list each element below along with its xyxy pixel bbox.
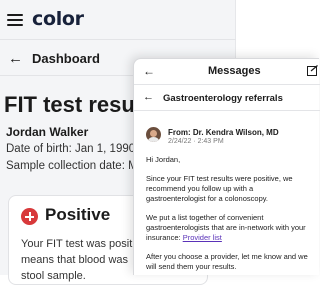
compose-icon[interactable]: [307, 65, 319, 76]
back-arrow-icon[interactable]: ←: [8, 50, 23, 67]
sample-collection-date: Sample collection date: M: [6, 160, 138, 172]
back-arrow-icon[interactable]: ←: [143, 64, 155, 78]
sender: From: Dr. Kendra Wilson, MD: [168, 128, 279, 137]
thread-header: ← Gastroenterology referrals: [134, 85, 320, 111]
message-date: 2/24/22 · 2:43 PM: [168, 138, 224, 145]
avatar: [146, 127, 161, 142]
app-logo[interactable]: color: [32, 8, 84, 30]
result-label: Positive: [45, 205, 111, 224]
message-paragraph-1: Since your FIT test results were positiv…: [146, 174, 293, 203]
app-header: color: [0, 0, 236, 40]
messages-panel: ← Messages ← Gastroenterology referrals …: [133, 58, 320, 275]
message-paragraph-2: We put a list together of convenient gas…: [146, 213, 314, 243]
patient-name: Jordan Walker: [6, 125, 89, 139]
back-arrow-icon[interactable]: ←: [143, 91, 154, 103]
message-body: Hi Jordan, Since your FIT test results w…: [146, 155, 314, 281]
messages-title: Messages: [208, 65, 261, 77]
greeting: Hi Jordan,: [146, 155, 181, 164]
date-of-birth: Date of birth: Jan 1, 1990: [6, 143, 136, 155]
menu-icon[interactable]: [7, 14, 23, 26]
plus-circle-icon: [21, 208, 38, 225]
message-paragraph-2-text: We put a list together of convenient gas…: [146, 213, 306, 242]
message-paragraph-3: After you choose a provider, let me know…: [146, 252, 308, 271]
messages-header: ← Messages: [134, 59, 320, 85]
back-label: Dashboard: [32, 51, 100, 66]
provider-list-link[interactable]: Provider list: [183, 233, 222, 242]
thread-title: Gastroenterology referrals: [163, 93, 283, 104]
